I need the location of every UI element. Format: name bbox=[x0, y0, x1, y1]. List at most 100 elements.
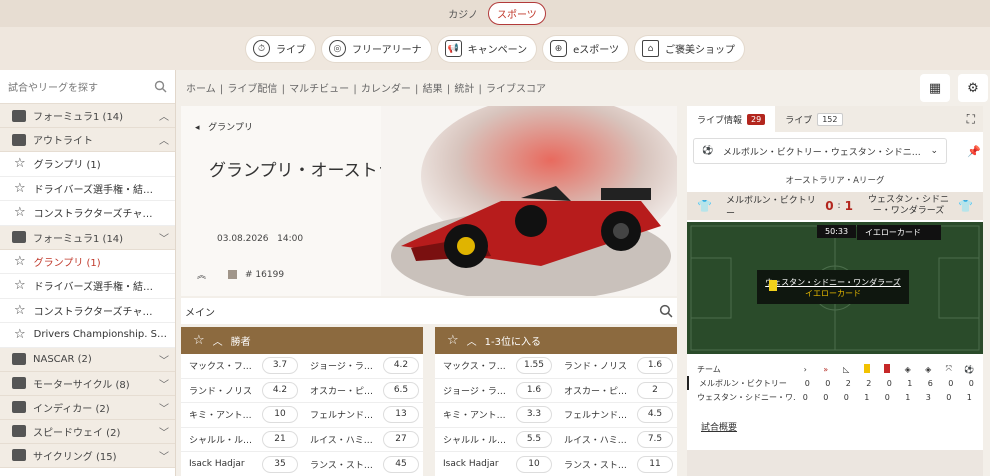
chevron-down-icon[interactable]: ﹀ bbox=[159, 352, 169, 367]
sidebar-item[interactable]: ☆ グランプリ (1) bbox=[0, 249, 175, 274]
stats-team: メルボルン・ビクトリー bbox=[699, 378, 787, 388]
calculator-button[interactable]: ▦ bbox=[920, 74, 950, 102]
star-icon[interactable]: ☆ bbox=[14, 156, 26, 171]
star-icon[interactable]: ☆ bbox=[14, 181, 26, 196]
selection-name: ランス・スト… bbox=[564, 460, 627, 471]
collapse-icon[interactable]: ︽ bbox=[197, 268, 206, 281]
tab-live-label: ライブ bbox=[785, 115, 813, 126]
chevron-up-icon[interactable]: ︿ bbox=[159, 108, 169, 123]
breadcrumb[interactable]: ホーム | ライブ配信 | マルチビュー | カレンダー | 結果 | 統計 |… bbox=[186, 80, 546, 95]
star-icon[interactable]: ☆ bbox=[14, 303, 26, 318]
sidebar-item[interactable]: ☆ Drivers Championship. S… bbox=[0, 323, 175, 348]
sidebar: 試合やリーグを探す フォーミュラ1 (14) ︿ アウトライト ︿ ☆ グランプリ (1)… bbox=[0, 70, 176, 476]
star-icon[interactable]: ☆ bbox=[447, 333, 459, 348]
odds-button[interactable]: 4.5 bbox=[637, 406, 673, 424]
star-icon[interactable]: ☆ bbox=[193, 333, 205, 348]
expand-icon[interactable]: ⛶ bbox=[967, 112, 983, 127]
odds-button[interactable]: 35 bbox=[262, 455, 298, 473]
odds-cell: ランス・スト… 11 bbox=[556, 455, 677, 473]
away-score: 1 bbox=[844, 199, 853, 213]
odds-button[interactable]: 3.3 bbox=[516, 406, 552, 424]
market-group-label[interactable]: メイン bbox=[185, 304, 215, 319]
chevron-down-icon[interactable]: ﹀ bbox=[159, 230, 169, 245]
sidebar-group-label: NASCAR (2) bbox=[33, 353, 92, 365]
sidebar-search-input[interactable]: 試合やリーグを探す bbox=[0, 70, 175, 104]
chevron-down-icon[interactable]: ﹀ bbox=[159, 424, 169, 439]
odds-button[interactable]: 45 bbox=[383, 455, 419, 473]
odds-button[interactable]: 4.2 bbox=[262, 381, 298, 399]
chevron-down-icon[interactable]: ﹀ bbox=[159, 376, 169, 391]
sidebar-group-label: スピードウェイ (2) bbox=[33, 427, 121, 439]
odds-button[interactable]: 1.55 bbox=[516, 357, 552, 375]
sidebar-item[interactable]: ☆ コンストラクターズチャ… bbox=[0, 201, 175, 226]
odds-button[interactable]: 10 bbox=[516, 455, 552, 473]
star-icon[interactable]: ☆ bbox=[14, 278, 26, 293]
nascar-icon bbox=[12, 353, 26, 365]
odds-button[interactable]: 7.5 bbox=[637, 431, 673, 449]
odds-button[interactable]: 5.5 bbox=[516, 431, 552, 449]
tab-live-info[interactable]: ライブ情報 29 bbox=[687, 106, 776, 132]
odds-button[interactable]: 1.6 bbox=[637, 357, 673, 375]
sidebar-item[interactable]: ☆ ドライバーズ選手権・結… bbox=[0, 176, 175, 201]
tab-casino[interactable]: カジノ bbox=[444, 3, 482, 24]
sidebar-item-label: グランプリ (1) bbox=[33, 257, 101, 269]
promo-banner[interactable] bbox=[687, 450, 983, 476]
market-header[interactable]: ☆ ︿ 勝者 bbox=[181, 327, 423, 354]
top-tabs: カジノ スポーツ bbox=[0, 0, 990, 27]
tab-sports[interactable]: スポーツ bbox=[488, 2, 546, 25]
search-icon bbox=[154, 80, 167, 93]
sidebar-group[interactable]: スピードウェイ (2) ﹀ bbox=[0, 419, 175, 444]
sidebar-group-left: フォーミュラ1 (14) bbox=[12, 230, 123, 245]
sidebar-group[interactable]: モーターサイクル (8) ﹀ bbox=[0, 371, 175, 396]
odds-row: シャルル・ル… 5.5 ルイス・ハミ… 7.5 bbox=[435, 427, 677, 453]
sidebar-item[interactable]: ☆ コンストラクターズチャ… bbox=[0, 298, 175, 323]
nav-free-arena-label: フリーアリーナ bbox=[351, 45, 422, 56]
sidebar-group[interactable]: フォーミュラ1 (14) ︿ bbox=[0, 104, 175, 128]
chevron-up-icon[interactable]: ︿ bbox=[159, 132, 169, 147]
chevron-down-icon[interactable]: ﹀ bbox=[159, 400, 169, 415]
odds-button[interactable]: 11 bbox=[637, 455, 673, 473]
match-summary-link[interactable]: 試合概要 bbox=[701, 420, 737, 433]
odds-button[interactable]: 4.2 bbox=[383, 357, 419, 375]
odds-button[interactable]: 27 bbox=[383, 431, 419, 449]
chevron-up-icon[interactable]: ︿ bbox=[467, 333, 477, 348]
odds-button[interactable]: 3.7 bbox=[262, 357, 298, 375]
odds-button[interactable]: 1.6 bbox=[516, 381, 552, 399]
odds-row: キミ・アント… 3.3 フェルナンド… 4.5 bbox=[435, 403, 677, 428]
star-icon[interactable]: ☆ bbox=[14, 327, 26, 342]
sidebar-group[interactable]: アウトライト ︿ bbox=[0, 128, 175, 152]
yellow-card-icon bbox=[857, 363, 878, 375]
sidebar-item[interactable]: ☆ ドライバーズ選手権・結… bbox=[0, 274, 175, 299]
selection-name: ルイス・ハミ… bbox=[310, 436, 373, 447]
nav-free-arena-button[interactable]: ◎ フリーアリーナ bbox=[321, 35, 431, 62]
odds-cell: ランド・ノリス 4.2 bbox=[181, 381, 302, 399]
settings-button[interactable]: ⚙ bbox=[958, 74, 988, 102]
sidebar-group[interactable]: インディカー (2) ﹀ bbox=[0, 395, 175, 420]
sidebar-item[interactable]: ☆ グランプリ (1) bbox=[0, 152, 175, 177]
match-select[interactable]: ⚽ メルボルン・ビクトリー・ウェスタン・シドニ… ⌄ bbox=[693, 138, 947, 164]
odds-button[interactable]: 21 bbox=[262, 431, 298, 449]
odds-button[interactable]: 2 bbox=[637, 381, 673, 399]
star-icon[interactable]: ☆ bbox=[14, 254, 26, 269]
nav-campaign-label: キャンペーン bbox=[467, 45, 528, 56]
selection-name: フェルナンド… bbox=[564, 411, 628, 422]
nav-campaign-button[interactable]: 📢 キャンペーン bbox=[437, 35, 537, 62]
sidebar-group[interactable]: フォーミュラ1 (14) ﹀ bbox=[0, 225, 175, 250]
pin-icon[interactable]: 📌 bbox=[967, 145, 981, 158]
chevron-down-icon[interactable]: ﹀ bbox=[159, 448, 169, 463]
odds-button[interactable]: 13 bbox=[383, 406, 419, 424]
search-icon[interactable] bbox=[659, 304, 673, 318]
nav-esports-button[interactable]: ⊕ eスポーツ bbox=[543, 35, 629, 62]
nav-shop-button[interactable]: ⌂ ご褒美ショップ bbox=[635, 35, 745, 62]
stats-team: ウェスタン・シドニー・ワ… bbox=[697, 392, 795, 402]
market-header[interactable]: ☆ ︿ 1-3位に入る bbox=[435, 327, 677, 354]
sidebar-group[interactable]: NASCAR (2) ﹀ bbox=[0, 347, 175, 372]
odds-button[interactable]: 10 bbox=[262, 406, 298, 424]
sidebar-group[interactable]: サイクリング (15) ﹀ bbox=[0, 443, 175, 468]
odds-button[interactable]: 6.5 bbox=[383, 381, 419, 399]
tab-live[interactable]: ライブ 152 bbox=[775, 106, 852, 132]
nav-live-button[interactable]: ⏱ ライブ bbox=[245, 35, 315, 62]
star-icon[interactable]: ☆ bbox=[14, 205, 26, 220]
chevron-up-icon[interactable]: ︿ bbox=[213, 333, 223, 348]
back-link[interactable]: ◂ グランプリ bbox=[195, 120, 253, 133]
